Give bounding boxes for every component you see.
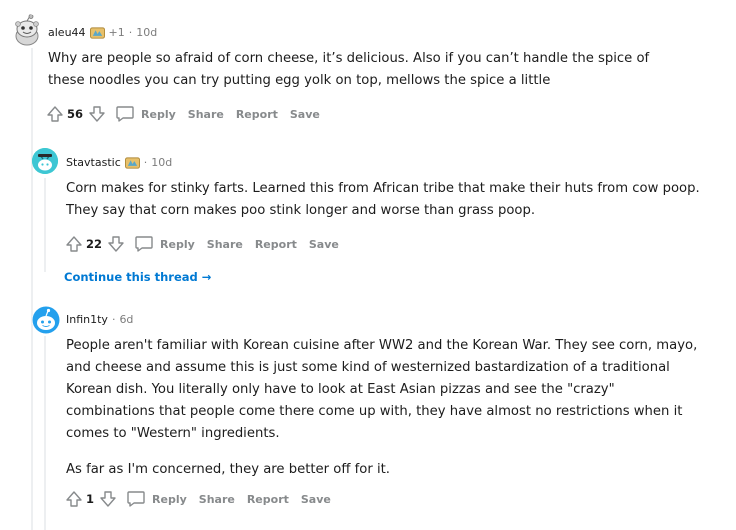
downvote-icon xyxy=(89,106,105,122)
continue-thread-link[interactable]: Continue this thread → xyxy=(64,270,211,284)
thread-line[interactable] xyxy=(31,48,33,530)
separator: · xyxy=(111,313,116,326)
comment-bubble-icon xyxy=(127,491,145,507)
separator: · xyxy=(143,156,148,169)
vote-score: 1 xyxy=(86,492,95,506)
upvote-icon xyxy=(66,491,82,507)
comment-actions: 56 Reply Share Report Save xyxy=(45,102,320,126)
award-icon xyxy=(124,156,140,169)
comment-bubble-icon xyxy=(116,106,134,122)
comment-actions: 22 Reply Share Report Save xyxy=(64,232,339,256)
upvote-button[interactable] xyxy=(45,104,65,124)
reply-button[interactable]: Reply xyxy=(134,235,195,253)
comment-body: People aren't familiar with Korean cuisi… xyxy=(66,335,706,481)
downvote-icon xyxy=(108,236,124,252)
comment-meta: aleu44 +1 · 10d xyxy=(48,26,157,39)
upvote-button[interactable] xyxy=(64,234,84,254)
downvote-button[interactable] xyxy=(87,104,107,124)
timestamp[interactable]: 10d xyxy=(136,26,157,39)
flair-count: +1 xyxy=(108,26,125,39)
reply-label: Reply xyxy=(152,492,187,506)
reply-button[interactable]: Reply xyxy=(115,105,176,123)
thread-line[interactable] xyxy=(44,336,46,530)
comment-paragraph: Why are people so afraid of corn cheese,… xyxy=(48,51,650,88)
save-button[interactable]: Save xyxy=(309,238,339,251)
username[interactable]: Stavtastic xyxy=(66,156,121,169)
share-button[interactable]: Share xyxy=(207,238,243,251)
comment-actions: 1 Reply Share Report Save xyxy=(64,487,331,511)
save-button[interactable]: Save xyxy=(290,108,320,121)
report-button[interactable]: Report xyxy=(255,238,297,251)
award-icon xyxy=(89,26,105,39)
share-button[interactable]: Share xyxy=(188,108,224,121)
avatar[interactable] xyxy=(10,14,44,48)
comment-body: Why are people so afraid of corn cheese,… xyxy=(48,48,688,92)
avatar[interactable] xyxy=(32,148,58,174)
share-button[interactable]: Share xyxy=(199,493,235,506)
downvote-icon xyxy=(100,491,116,507)
avatar[interactable] xyxy=(32,306,60,334)
comment-body: Corn makes for stinky farts. Learned thi… xyxy=(66,178,706,222)
username[interactable]: Infin1ty xyxy=(66,313,108,326)
vote-score: 22 xyxy=(86,237,103,251)
downvote-button[interactable] xyxy=(106,234,126,254)
report-button[interactable]: Report xyxy=(247,493,289,506)
comment-paragraph: People aren't familiar with Korean cuisi… xyxy=(66,338,698,441)
comment-meta: Stavtastic · 10d xyxy=(66,156,172,169)
comment-meta: Infin1ty · 6d xyxy=(66,313,133,326)
timestamp[interactable]: 10d xyxy=(151,156,172,169)
save-button[interactable]: Save xyxy=(301,493,331,506)
upvote-button[interactable] xyxy=(64,489,84,509)
report-button[interactable]: Report xyxy=(236,108,278,121)
upvote-icon xyxy=(66,236,82,252)
vote-score: 56 xyxy=(67,107,84,121)
reply-label: Reply xyxy=(141,107,176,121)
thread-line[interactable] xyxy=(44,178,46,272)
reply-button[interactable]: Reply xyxy=(126,490,187,508)
comment-bubble-icon xyxy=(135,236,153,252)
upvote-icon xyxy=(47,106,63,122)
separator: · xyxy=(128,26,133,39)
reply-label: Reply xyxy=(160,237,195,251)
comment-paragraph: Corn makes for stinky farts. Learned thi… xyxy=(66,181,700,218)
downvote-button[interactable] xyxy=(98,489,118,509)
timestamp[interactable]: 6d xyxy=(119,313,133,326)
comment-paragraph: As far as I'm concerned, they are better… xyxy=(66,462,390,477)
username[interactable]: aleu44 xyxy=(48,26,86,39)
